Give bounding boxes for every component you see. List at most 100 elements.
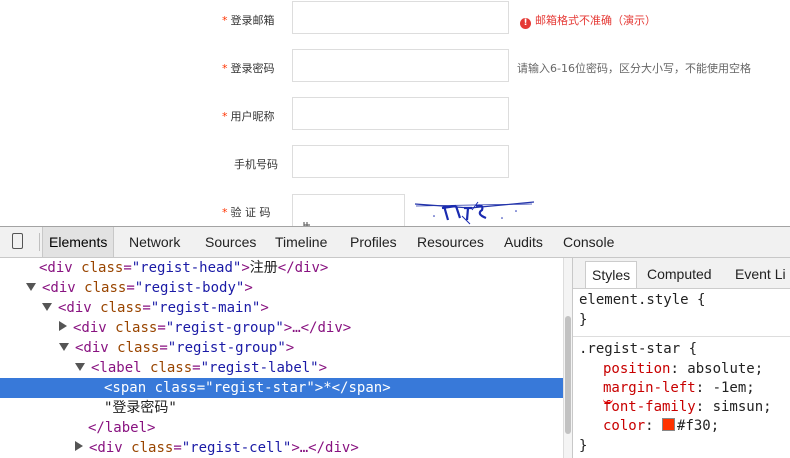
dom-text-node[interactable]: "登录密码" — [0, 398, 563, 418]
attr-name: class — [154, 380, 197, 396]
tag-open: <label — [91, 360, 151, 376]
attr-name: class — [100, 300, 143, 316]
tab-network[interactable]: Network — [129, 227, 180, 257]
attr-name: class — [117, 340, 160, 356]
registration-form: * 登录邮箱 ! 邮箱格式不准确（演示） * 登录密码 请输入6-16位密码，区分大小… — [0, 0, 790, 233]
tab-console[interactable]: Console — [563, 227, 614, 257]
attr-name: class — [150, 360, 193, 376]
attr-value: "regist-star" — [205, 380, 315, 396]
node-text: * — [323, 380, 332, 396]
device-mode-icon[interactable] — [12, 233, 23, 249]
captcha-image[interactable] — [412, 196, 537, 226]
tab-elements[interactable]: Elements — [42, 227, 115, 257]
tag-open: <div — [39, 260, 82, 276]
tag-open: <div — [42, 280, 85, 296]
tag-end: </span> — [331, 380, 391, 396]
required-star: * — [222, 206, 228, 219]
color-swatch[interactable] — [662, 418, 676, 431]
tab-profiles[interactable]: Profiles — [350, 227, 397, 257]
tab-resources[interactable]: Resources — [417, 227, 484, 257]
expand-triangle-icon[interactable] — [75, 441, 83, 451]
dom-node[interactable]: <div class="regist-main"> — [0, 298, 563, 318]
email-error-text: 邮箱格式不准确（演示） — [535, 14, 656, 27]
collapse-triangle-icon[interactable] — [26, 283, 36, 291]
dom-node[interactable]: <div class="regist-group"> — [0, 338, 563, 358]
tag-close: > — [318, 360, 328, 376]
css-declaration[interactable]: position: absolute; — [603, 360, 763, 379]
tag-open: <div — [58, 300, 101, 316]
dom-node[interactable]: <div class="regist-group">…</div> — [0, 318, 563, 338]
node-text: 注册 — [249, 260, 278, 276]
email-label: * 登录邮箱 — [222, 12, 280, 28]
devtools-toolbar: Elements Network Sources Timeline Profil… — [0, 227, 790, 258]
password-label-text: 登录密码 — [230, 62, 275, 75]
tab-event-listeners[interactable]: Event Li — [735, 261, 786, 287]
required-star: * — [222, 14, 228, 27]
tab-styles[interactable]: Styles — [585, 261, 638, 288]
tab-sources[interactable]: Sources — [205, 227, 256, 257]
css-property: margin-left — [603, 380, 696, 396]
styles-pane: Styles Computed Event Li element.style {… — [572, 258, 790, 458]
tag-close: >…</div> — [283, 320, 352, 336]
tab-timeline[interactable]: Timeline — [275, 227, 327, 257]
collapse-triangle-icon[interactable] — [75, 363, 85, 371]
element-style-close: } — [579, 312, 588, 328]
password-label: * 登录密码 — [222, 60, 280, 76]
rule-selector[interactable]: .regist-star { — [579, 340, 697, 359]
css-declaration[interactable]: font-family: simsun; — [603, 398, 772, 417]
tag-close: > — [314, 380, 324, 396]
tag-close: >…</div> — [291, 440, 359, 456]
required-star: * — [222, 62, 228, 75]
scrollbar-thumb[interactable] — [565, 316, 571, 434]
css-value: #f30; — [677, 418, 720, 434]
dom-node-selected[interactable]: <span class="regist-star">*</span> — [0, 378, 563, 398]
phone-input[interactable] — [292, 145, 509, 178]
attr-eq: = — [192, 360, 201, 376]
phone-label: 手机号码 — [234, 158, 278, 171]
dom-tree: <div class="regist-head">注册</div> <div c… — [0, 258, 563, 458]
css-declaration[interactable]: margin-left: -1em; — [603, 379, 755, 398]
dom-node[interactable]: </label> — [0, 418, 563, 438]
email-input[interactable] — [292, 1, 509, 34]
attr-eq: = — [126, 280, 135, 296]
attr-value: "regist-head" — [131, 260, 242, 276]
rule-close: } — [579, 438, 588, 454]
expand-triangle-icon[interactable] — [59, 321, 67, 331]
attr-value: "regist-main" — [150, 300, 261, 316]
attr-eq: = — [196, 380, 206, 396]
dom-node[interactable]: <div class="regist-head">注册</div> — [0, 258, 563, 278]
collapse-triangle-icon[interactable] — [42, 303, 52, 311]
required-star: * — [222, 110, 228, 123]
attr-value: "regist-body" — [134, 280, 245, 296]
nickname-input[interactable] — [292, 97, 509, 130]
dom-node[interactable]: <div class="regist-cell">…</div> — [0, 438, 563, 458]
attr-name: class — [81, 260, 124, 276]
tag-open: <span — [104, 380, 155, 396]
tab-computed[interactable]: Computed — [647, 261, 712, 287]
attr-eq: = — [173, 440, 182, 456]
captcha-label-text: 验 证 码 — [230, 206, 271, 219]
css-declaration[interactable]: color: #f30; — [603, 417, 719, 436]
element-style-selector[interactable]: element.style { — [579, 291, 705, 310]
password-hint: 请输入6-16位密码，区分大小写，不能使用空格 — [517, 62, 751, 75]
tag-open: <div — [75, 340, 118, 356]
attr-value: "regist-group" — [165, 320, 284, 336]
tag-close: > — [260, 300, 269, 316]
node-text: "登录密码" — [104, 400, 177, 416]
email-label-text: 登录邮箱 — [230, 14, 275, 27]
phone-row: 手机号码 — [0, 145, 790, 181]
dom-node[interactable]: <label class="regist-label"> — [0, 358, 563, 378]
tab-audits[interactable]: Audits — [504, 227, 543, 257]
captcha-label: * 验 证 码 — [222, 204, 280, 220]
styles-tabbar: Styles Computed Event Li — [573, 258, 790, 289]
nickname-label: * 用户昵称 — [222, 108, 280, 124]
tag-open: <div — [89, 440, 132, 456]
dom-node[interactable]: <div class="regist-body"> — [0, 278, 563, 298]
devtools-panel: Elements Network Sources Timeline Profil… — [0, 226, 790, 458]
tag-close: > — [244, 280, 253, 296]
nickname-row: * 用户昵称 — [0, 97, 790, 133]
tag-end: </div> — [277, 260, 329, 276]
collapse-triangle-icon[interactable] — [59, 343, 69, 351]
attr-eq: = — [159, 340, 168, 356]
password-input[interactable] — [292, 49, 509, 82]
